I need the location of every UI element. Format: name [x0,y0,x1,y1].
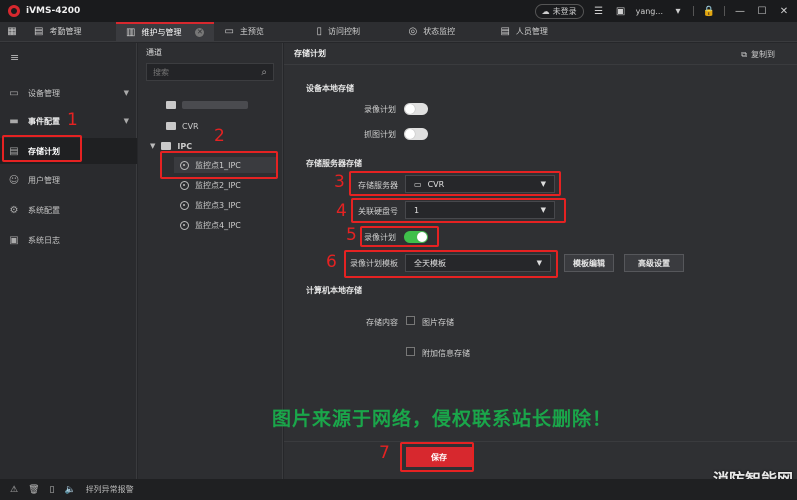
annotation-number-2: 2 [214,126,225,146]
tree-node-camera-4[interactable]: 监控点4_IPC [180,217,241,233]
tab-attendance[interactable]: ▤ 考勤管理 [24,22,116,41]
status-bar: ⚠ 🗑 ▯ 🔈 拌列异常报警 [0,479,797,500]
chevron-down-icon: ▼ [123,117,129,125]
grid-home-icon[interactable]: ▦ [0,22,24,41]
cloud-icon: ☁ [541,6,550,16]
gear-icon: ⚙ [9,204,19,216]
alarm-status-text: 拌列异常报警 [85,485,134,494]
image-icon[interactable]: ▣ [614,6,628,17]
extra-info-storage-label: 附加信息存储 [422,349,470,358]
sidebar-item-system-config[interactable]: ⚙ 系统配置 [0,197,137,223]
maintenance-icon: ▥ [126,27,136,38]
login-status-label: 未登录 [552,6,577,16]
sidebar-item-device-management[interactable]: ▭ 设备管理 ▼ [0,80,137,106]
annotation-number-1: 1 [67,110,78,130]
tab-personnel[interactable]: ▤ 人员管理 [490,22,582,41]
camera-icon [180,200,189,210]
blurred-device-name [182,101,248,109]
capture-plan-toggle[interactable] [404,128,428,140]
picture-storage-checkbox[interactable] [406,316,415,325]
chevron-down-icon: ▼ [123,89,129,97]
tree-node-hidden-device[interactable] [166,97,248,113]
template-edit-button[interactable]: 模板编辑 [564,254,614,272]
section-device-local-storage: 设备本地存储 [306,84,354,93]
tab-status-monitor[interactable]: ◎ 状态监控 [398,22,490,41]
module-tab-bar: ▦ ▤ 考勤管理 ▥ 维护与管理 ✕ ▭ 主预览 ▯ 访问控制 ◎ 状态监控 ▤… [0,22,797,42]
watermark-text: 图片来源于网络，侵权联系站长删除！ [272,408,613,430]
log-icon: ▣ [9,234,19,246]
menu-toggle-icon[interactable]: ≡ [0,43,136,71]
trash-icon[interactable]: 🗑 [28,485,39,495]
maximize-icon[interactable]: ☐ [755,6,769,17]
channel-search-input[interactable] [153,67,262,77]
title-bar: iVMS-4200 ☁ 未登录 ☰ ▣ yang... ▾ 🔒 — ☐ ✕ [0,0,797,22]
document-icon[interactable]: ▯ [50,485,55,495]
tree-node-camera-2[interactable]: 监控点2_IPC [180,177,241,193]
folder-icon [166,122,176,130]
section-server-storage: 存储服务器存储 [306,159,362,168]
annotation-box-5 [360,226,439,247]
minimize-icon[interactable]: — [733,6,747,17]
person-card-icon: ▤ [500,26,510,37]
tab-access-control[interactable]: ▯ 访问控制 [306,22,398,41]
annotation-number-4: 4 [336,201,347,221]
local-record-plan-label: 录像计划 [364,105,396,114]
user-name[interactable]: yang... [636,7,663,16]
annotation-box-3 [349,171,561,196]
alarm-icon[interactable]: ⚠ [10,485,18,495]
channel-tree-panel: 通道 ⌕ CVR ▼ IPC 监控点1_IPC 监控点2_IPC 监控点3_IP… [138,43,283,479]
annotation-number-3: 3 [334,172,345,192]
annotation-number-6: 6 [326,252,337,272]
video-camera-icon: ▭ [224,26,234,37]
camera-icon [180,180,189,190]
annotation-number-7: 7 [379,443,390,463]
annotation-box-7 [400,442,474,472]
copy-icon: ⧉ [741,49,747,59]
calendar-icon: ▤ [34,26,44,37]
tab-main-preview[interactable]: ▭ 主预览 [214,22,306,41]
search-icon[interactable]: ⌕ [261,67,267,78]
annotation-box-4 [351,198,566,223]
advanced-settings-button[interactable]: 高级设置 [624,254,684,272]
speaker-icon[interactable]: 🔈 [64,485,75,495]
monitor-icon: ◎ [408,26,418,37]
annotation-number-5: 5 [346,225,357,245]
lock-icon[interactable]: 🔒 [702,6,716,17]
annotation-box-2 [160,151,278,179]
section-pc-local-storage: 计算机本地存储 [306,286,362,295]
panel-title: 存储计划 [284,43,797,65]
copy-to-button[interactable]: ⧉ 复制到 [741,49,775,60]
camera-icon [180,220,189,230]
left-navigation: ≡ ▭ 设备管理 ▼ ▬ 事件配置 ▼ ▤ 存储计划 ☺ 用户管理 ⚙ 系统配置… [0,43,137,479]
capture-plan-label: 抓图计划 [364,130,396,139]
close-icon[interactable]: ✕ [777,6,791,17]
channel-search: ⌕ [146,63,274,81]
tree-node-cvr[interactable]: CVR [166,118,199,134]
expand-arrow-icon[interactable]: ▼ [150,142,155,150]
list-icon[interactable]: ☰ [592,6,606,17]
folder-icon [161,142,172,150]
sidebar-item-system-log[interactable]: ▣ 系统日志 [0,227,137,253]
extra-info-storage-checkbox[interactable] [406,347,415,356]
app-logo-icon [8,5,20,17]
user-icon: ☺ [8,174,20,186]
tree-node-camera-3[interactable]: 监控点3_IPC [180,197,241,213]
storage-content-label: 存储内容 [366,318,398,327]
tab-close-icon[interactable]: ✕ [195,28,205,37]
tab-maintenance[interactable]: ▥ 维护与管理 ✕ [116,22,215,41]
local-record-plan-toggle[interactable] [404,103,428,115]
door-icon: ▯ [316,26,322,37]
picture-storage-label: 图片存储 [422,318,454,327]
app-title: iVMS-4200 [26,6,81,16]
sidebar-item-user-management[interactable]: ☺ 用户管理 [0,167,137,193]
annotation-box-6 [344,250,558,278]
channel-tree-title: 通道 [146,47,162,57]
event-icon: ▬ [9,115,19,127]
device-icon: ▭ [9,87,19,99]
login-status-button[interactable]: ☁ 未登录 [534,3,584,19]
chevron-down-icon[interactable]: ▾ [671,6,685,17]
folder-icon [166,101,176,109]
annotation-box-1 [2,135,82,162]
